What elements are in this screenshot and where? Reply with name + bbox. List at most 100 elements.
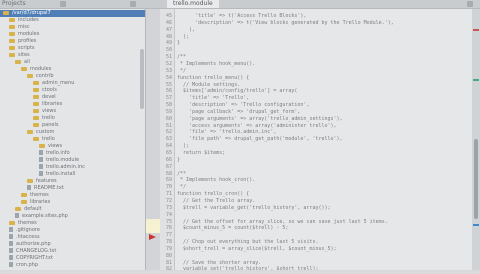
file-icon: [9, 227, 13, 232]
code-line[interactable]: return $items;: [177, 150, 225, 158]
line-numbers: 45 46 47 48 49 50 51 52 53 54 55 56 57 58 59 60 61 62 63 64…: [160, 9, 175, 272]
tree-item-label: README.txt: [34, 185, 64, 191]
tree-item[interactable]: misc: [0, 24, 145, 31]
tree-item[interactable]: trello.module: [0, 157, 145, 164]
code-line[interactable]: $trell = variable_get('trello_history', …: [177, 205, 331, 213]
folder-icon: [21, 199, 27, 204]
folder-icon: [27, 73, 33, 78]
tree-item[interactable]: themes: [0, 220, 145, 227]
tree-item[interactable]: trello.info: [0, 150, 145, 157]
tree-item[interactable]: views: [0, 143, 145, 150]
tree-item[interactable]: trello.admin.inc: [0, 164, 145, 171]
tree-item[interactable]: CHANGELOG.txt: [0, 248, 145, 255]
tree-item[interactable]: libraries: [0, 199, 145, 206]
tree-item[interactable]: contrib: [0, 73, 145, 80]
folder-icon: [39, 143, 45, 148]
folder-icon: [9, 220, 15, 225]
tree-item[interactable]: modules: [0, 31, 145, 38]
tree-item[interactable]: libraries: [0, 101, 145, 108]
tree-item[interactable]: cron.php: [0, 262, 145, 269]
tree-item[interactable]: views: [0, 108, 145, 115]
collapse-icon[interactable]: [130, 1, 136, 7]
tree-item[interactable]: example.sites.php: [0, 213, 145, 220]
tree-item[interactable]: profiles: [0, 38, 145, 45]
tree-item[interactable]: .gitignore: [0, 227, 145, 234]
folder-icon: [33, 115, 39, 120]
file-icon: [9, 241, 13, 246]
tree-item-label: modules: [30, 66, 52, 72]
code-line[interactable]: $short_trell = array_slice($trell, $coun…: [177, 246, 337, 254]
file-icon: [27, 185, 31, 190]
title-bar: Projects trello.module: [0, 0, 480, 9]
tree-item[interactable]: modules: [0, 66, 145, 73]
tree-item-label: views: [42, 108, 57, 114]
tree-item[interactable]: devel: [0, 94, 145, 101]
error-mark: [473, 29, 479, 31]
tree-item-label: trello.admin.inc: [46, 164, 85, 170]
tree-item[interactable]: .htaccess: [0, 234, 145, 241]
folder-icon: [33, 94, 39, 99]
close-icon[interactable]: [467, 1, 473, 7]
tree-item[interactable]: trello: [0, 115, 145, 122]
folder-icon: [9, 45, 15, 50]
tree-item[interactable]: ctools: [0, 87, 145, 94]
code-editor[interactable]: 'title' => t('Access Trello Blocks'), 'd…: [175, 9, 472, 270]
tree-item-label: trello.install: [46, 171, 76, 177]
tree-item-label: default: [24, 206, 42, 212]
tree-item[interactable]: authorize.php: [0, 241, 145, 248]
tree-item[interactable]: includes: [0, 17, 145, 24]
code-line[interactable]: variable_set('trello_history', $short_tr…: [177, 266, 318, 270]
code-line[interactable]: $count_minus_5 = count($trell) - 5;: [177, 225, 288, 233]
tree-item[interactable]: default: [0, 206, 145, 213]
folder-icon: [21, 192, 27, 197]
breakpoint-arrow-icon[interactable]: [149, 225, 156, 241]
tree-item-label: panels: [42, 122, 59, 128]
file-icon: [9, 262, 13, 267]
tree-item[interactable]: README.txt: [0, 185, 145, 192]
tree-item-label: views: [48, 143, 63, 149]
file-icon: [39, 157, 43, 162]
tree-item[interactable]: all: [0, 59, 145, 66]
folder-icon: [9, 31, 15, 36]
file-icon: [15, 213, 19, 218]
tree-item-label: sites: [18, 52, 30, 58]
code-line[interactable]: }: [177, 40, 180, 48]
tree-item-label: trello: [42, 115, 55, 121]
tree-item[interactable]: admin_menu: [0, 80, 145, 87]
folder-icon: [33, 108, 39, 113]
folder-icon: [3, 10, 9, 15]
folder-icon: [27, 178, 33, 183]
tree-item[interactable]: trello.install: [0, 171, 145, 178]
file-icon: [39, 164, 43, 169]
tree-item[interactable]: trello: [0, 136, 145, 143]
tree-item-label: .htaccess: [16, 234, 40, 240]
tree-item[interactable]: themes: [0, 192, 145, 199]
tree-item[interactable]: panels: [0, 122, 145, 129]
editor-scrollbar[interactable]: [472, 9, 480, 270]
file-icon: [9, 255, 13, 260]
tree-item[interactable]: /var/d7/drupal7: [0, 10, 145, 17]
tree-item[interactable]: scripts: [0, 45, 145, 52]
tree-item[interactable]: custom: [0, 129, 145, 136]
tree-item[interactable]: sites: [0, 52, 145, 59]
scrollbar-thumb[interactable]: [474, 139, 478, 219]
code-line[interactable]: * Implements hook_menu().: [177, 61, 255, 69]
tree-item-label: trello.info: [46, 150, 70, 156]
tree-item-label: example.sites.php: [22, 213, 68, 219]
code-line[interactable]: 'file path' => drupal_get_path('module',…: [177, 136, 343, 144]
tree-item[interactable]: COPYRIGHT.txt: [0, 255, 145, 262]
tree-item-label: CHANGELOG.txt: [16, 248, 57, 254]
folder-icon: [21, 66, 27, 71]
code-line[interactable]: 'description' => t('View blocks generate…: [177, 20, 394, 28]
code-line[interactable]: * Implements hook_cron().: [177, 177, 255, 185]
tree-item-label: themes: [30, 192, 49, 198]
project-tree[interactable]: /var/d7/drupal7 includes misc modules profil…: [0, 9, 146, 270]
toolbar-icon[interactable]: [60, 1, 66, 7]
tree-item-label: themes: [18, 220, 37, 226]
file-icon: [9, 248, 13, 253]
tree-item[interactable]: features: [0, 178, 145, 185]
file-tab[interactable]: trello.module: [167, 0, 219, 8]
code-line[interactable]: }: [177, 157, 180, 165]
tree-item-label: cron.php: [16, 262, 39, 268]
tree-item-label: contrib: [36, 73, 54, 79]
